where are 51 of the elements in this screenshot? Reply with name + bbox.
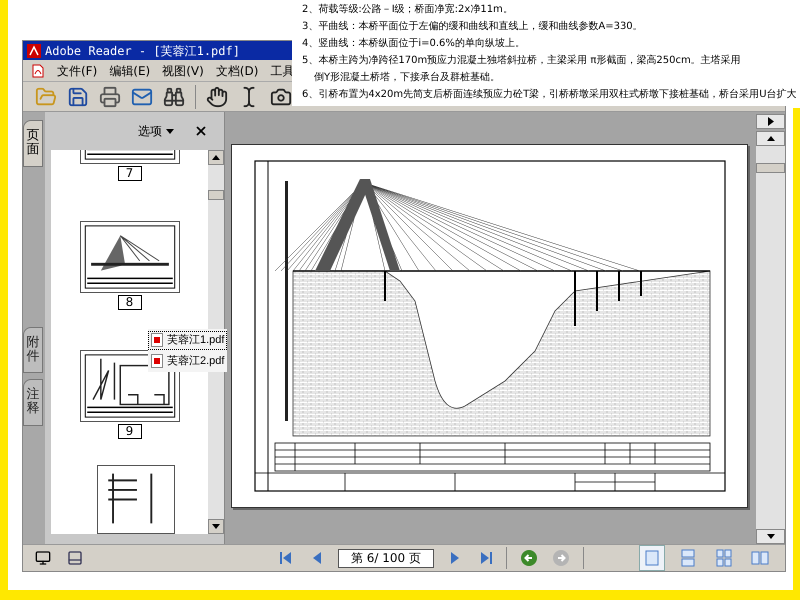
up-arrow-icon (766, 136, 774, 141)
pdf-file-icon (151, 333, 163, 348)
menu-item[interactable]: 编辑(E) (109, 62, 150, 80)
page-thumbnail[interactable] (80, 221, 180, 293)
window-title: Adobe Reader - [芙蓉江1.pdf] (45, 42, 240, 60)
note-line: 倒Y形混凝土桥塔，下接承台及群桩基础。 (313, 70, 502, 85)
up-arrow-icon (212, 155, 220, 160)
pdf-icon (31, 64, 45, 78)
save-icon[interactable] (67, 86, 89, 108)
note-line: 3、平曲线：本桥平面位于左偏的缓和曲线和直线上，缓和曲线参数A=330。 (302, 20, 644, 34)
page-layout-icon (715, 549, 733, 567)
side-tab[interactable]: 附件 (23, 326, 43, 374)
page-number-label: 8 (118, 295, 142, 310)
pdf-file-icon (151, 354, 163, 368)
note-line: 5、本桥主跨为净跨径170m预应力混凝土独塔斜拉桥，主梁采用 π形截面，梁高250cm。主塔采用 (302, 54, 742, 68)
page-layout-button[interactable] (639, 545, 665, 571)
back-button[interactable] (519, 548, 539, 568)
page-number-label: 7 (118, 166, 142, 181)
page-layout-icon (751, 549, 769, 567)
binoculars-icon[interactable] (163, 86, 185, 108)
side-tab[interactable]: 页面 (23, 120, 43, 167)
right-arrow-icon (768, 117, 774, 126)
side-tab[interactable]: 注释 (23, 379, 43, 426)
menu-item[interactable]: 视图(V) (162, 62, 204, 80)
monitor-icon[interactable] (35, 550, 51, 566)
hand-tool-icon[interactable] (206, 86, 228, 108)
scrollbar-thumb[interactable] (756, 163, 785, 173)
note-line: 6、引桥布置为4x20m先简支后桥面连续预应力砼T梁，引桥桥墩采用双柱式桥墩下接桩基础，桥台采用U台扩大 (302, 88, 798, 102)
note-line: 4、竖曲线：本桥纵面位于i=0.6%的单向纵坡上。 (302, 36, 526, 51)
vertical-scrollbar[interactable] (756, 131, 785, 544)
note-line: 2、荷载等级:公路－Ⅰ级；桥面净宽:2x净11m。 (302, 2, 514, 17)
scrollbar-thumb[interactable] (208, 190, 224, 200)
caret-icon (166, 128, 174, 134)
printer-icon[interactable] (99, 86, 121, 108)
page-layout-icon (679, 549, 697, 567)
page-number-label: 9 (118, 424, 142, 439)
down-arrow-icon (212, 524, 220, 529)
menu-item[interactable]: 文件(F) (57, 62, 98, 80)
panel-icon[interactable] (67, 550, 83, 566)
down-arrow-icon (766, 534, 774, 539)
page-thumbnail[interactable] (96, 465, 174, 534)
options-menu[interactable]: 选项 (138, 122, 174, 140)
app-logo-icon (27, 44, 41, 58)
expand-panel-button[interactable] (756, 114, 785, 129)
file-list-item[interactable]: 芙蓉江1.pdf (148, 331, 228, 350)
file-list-item[interactable]: 芙蓉江2.pdf (148, 352, 228, 370)
page-thumbnail[interactable] (80, 350, 180, 422)
page-layout-icon (643, 549, 661, 567)
page-number-field[interactable]: 第 6/ 100 页 (338, 548, 434, 568)
menu-item[interactable]: 文档(D) (216, 62, 258, 80)
close-icon[interactable] (194, 124, 208, 138)
